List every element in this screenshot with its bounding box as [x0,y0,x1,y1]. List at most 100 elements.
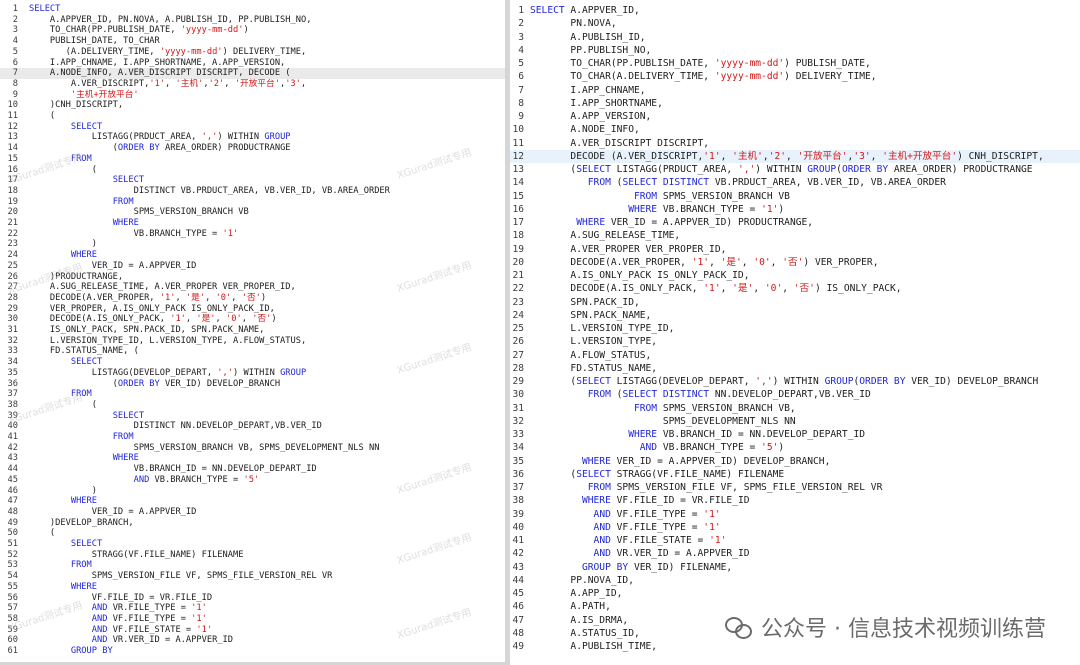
code-line[interactable]: 8 I.APP_SHORTNAME, [510,97,1080,110]
code-line[interactable]: 2 PN.NOVA, [510,17,1080,30]
code-line[interactable]: 9 A.APP_VERSION, [510,110,1080,123]
code-line[interactable]: 37 FROM [0,389,505,400]
code-line[interactable]: 13 (SELECT LISTAGG(PRDUCT_AREA, ',') WIT… [510,163,1080,176]
code-line[interactable]: 15 FROM SPMS_VERSION_BRANCH VB [510,190,1080,203]
code-line[interactable]: 29 (SELECT LISTAGG(DEVELOP_DEPART, ',') … [510,375,1080,388]
code-line[interactable]: 55 WHERE [0,582,505,593]
code-line[interactable]: 19 FROM [0,197,505,208]
code-line[interactable]: 1 SELECT A.APPVER_ID, [510,4,1080,17]
code-line[interactable]: 32 SPMS_DEVELOPMENT_NLS NN [510,415,1080,428]
code-line[interactable]: 18 A.SUG_RELEASE_TIME, [510,229,1080,242]
code-line[interactable]: 20 DECODE(A.VER_PROPER, '1', '是', '0', '… [510,256,1080,269]
code-line[interactable]: 4 PP.PUBLISH_NO, [510,44,1080,57]
code-line[interactable]: 31 FROM SPMS_VERSION_BRANCH VB, [510,402,1080,415]
code-line[interactable]: 25 L.VERSION_TYPE_ID, [510,322,1080,335]
code-line[interactable]: 34 SELECT [0,357,505,368]
code-line[interactable]: 42 AND VR.VER_ID = A.APPVER_ID [510,547,1080,560]
code-line[interactable]: 38 WHERE VF.FILE_ID = VR.FILE_ID [510,494,1080,507]
code-line[interactable]: 5 TO_CHAR(PP.PUBLISH_DATE, 'yyyy-mm-dd')… [510,57,1080,70]
code-line[interactable]: 22 VB.BRANCH_TYPE = '1' [0,229,505,240]
code-line[interactable]: 16 ( [0,165,505,176]
code-line[interactable]: 22 DECODE(A.IS_ONLY_PACK, '1', '是', '0',… [510,282,1080,295]
right-sql-editor[interactable]: 1 SELECT A.APPVER_ID, 2 PN.NOVA, 3 A.PUBLIS… [510,0,1080,665]
code-line[interactable]: 23 SPN.PACK_ID, [510,296,1080,309]
code-line[interactable]: 19 A.VER_PROPER VER_PROPER_ID, [510,243,1080,256]
code-line[interactable]: 61 GROUP BY [0,646,505,657]
code-line[interactable]: 45 A.APP_ID, [510,587,1080,600]
code-line[interactable]: 48 VER_ID = A.APPVER_ID [0,507,505,518]
code-line[interactable]: 47 WHERE [0,496,505,507]
code-line[interactable]: 11 A.VER_DISCRIPT DISCRIPT, [510,137,1080,150]
code-line[interactable]: 29 VER_PROPER, A.IS_ONLY_PACK IS_ONLY_PA… [0,304,505,315]
code-line[interactable]: 36 (SELECT STRAGG(VF.FILE_NAME) FILENAME [510,468,1080,481]
code-line[interactable]: 12 SELECT [0,122,505,133]
code-line[interactable]: 7 I.APP_CHNAME, [510,84,1080,97]
code-line[interactable]: 6 I.APP_CHNAME, I.APP_SHORTNAME, A.APP_V… [0,58,505,69]
code-line[interactable]: 9 '主机+开放平台' [0,90,505,101]
code-line[interactable]: 53 FROM [0,560,505,571]
code-line[interactable]: 36 (ORDER BY VER_ID) DEVELOP_BRANCH [0,379,505,390]
code-line[interactable]: 30 FROM (SELECT DISTINCT NN.DEVELOP_DEPA… [510,388,1080,401]
code-line[interactable]: 34 AND VB.BRANCH_TYPE = '5') [510,441,1080,454]
code-line[interactable]: 54 SPMS_VERSION_FILE VF, SPMS_FILE_VERSI… [0,571,505,582]
code-line[interactable]: 14 FROM (SELECT DISTINCT VB.PRDUCT_AREA,… [510,176,1080,189]
code-line[interactable]: 27 A.FLOW_STATUS, [510,349,1080,362]
code-line[interactable]: 43 WHERE [0,453,505,464]
code-line[interactable]: 33 WHERE VB.BRANCH_ID = NN.DEVELOP_DEPAR… [510,428,1080,441]
code-line[interactable]: 38 ( [0,400,505,411]
code-line[interactable]: 51 SELECT [0,539,505,550]
code-line[interactable]: 5 (A.DELIVERY_TIME, 'yyyy-mm-dd') DELIVE… [0,47,505,58]
code-line[interactable]: 7 A.NODE_INFO, A.VER_DISCRIPT DISCRIPT, … [0,68,505,79]
code-line[interactable]: 4 PUBLISH_DATE, TO_CHAR [0,36,505,47]
code-line[interactable]: 35 WHERE VER_ID = A.APPVER_ID) DEVELOP_B… [510,455,1080,468]
code-line[interactable]: 39 AND VF.FILE_TYPE = '1' [510,508,1080,521]
code-line[interactable]: 26 L.VERSION_TYPE, [510,335,1080,348]
code-line[interactable]: 44 PP.NOVA_ID, [510,574,1080,587]
code-line[interactable]: 41 FROM [0,432,505,443]
code-line[interactable]: 21 WHERE [0,218,505,229]
code-line[interactable]: 28 FD.STATUS_NAME, [510,362,1080,375]
code-line[interactable]: 56 VF.FILE_ID = VR.FILE_ID [0,593,505,604]
code-line[interactable]: 31 IS_ONLY_PACK, SPN.PACK_ID, SPN.PACK_N… [0,325,505,336]
left-sql-editor[interactable]: 1 SELECT 2 A.APPVER_ID, PN.NOVA, A.PUBLISH… [0,0,505,662]
code-line[interactable]: 1 SELECT [0,4,505,15]
code-line[interactable]: 58 AND VF.FILE_TYPE = '1' [0,614,505,625]
code-line[interactable]: 3 TO_CHAR(PP.PUBLISH_DATE, 'yyyy-mm-dd') [0,25,505,36]
code-line[interactable]: 28 DECODE(A.VER_PROPER, '1', '是', '0', '… [0,293,505,304]
code-line[interactable]: 15 FROM [0,154,505,165]
code-line[interactable]: 8 A.VER_DISCRIPT,'1', '主机','2', '开放平台','… [0,79,505,90]
code-line[interactable]: 6 TO_CHAR(A.DELIVERY_TIME, 'yyyy-mm-dd')… [510,70,1080,83]
code-line[interactable]: 17 WHERE VER_ID = A.APPVER_ID) PRODUCTRA… [510,216,1080,229]
code-line[interactable]: 23 ) [0,239,505,250]
code-line[interactable]: 21 A.IS_ONLY_PACK IS_ONLY_PACK_ID, [510,269,1080,282]
code-line[interactable]: 57 AND VR.FILE_TYPE = '1' [0,603,505,614]
code-line[interactable]: 45 AND VB.BRANCH_TYPE = '5' [0,475,505,486]
code-line[interactable]: 37 FROM SPMS_VERSION_FILE VF, SPMS_FILE_… [510,481,1080,494]
code-line[interactable]: 40 AND VF.FILE_TYPE = '1' [510,521,1080,534]
code-line[interactable]: 52 STRAGG(VF.FILE_NAME) FILENAME [0,550,505,561]
code-line[interactable]: 50 ( [0,528,505,539]
code-line[interactable]: 11 ( [0,111,505,122]
code-line[interactable]: 10 A.NODE_INFO, [510,123,1080,136]
code-line[interactable]: 24 WHERE [0,250,505,261]
code-line[interactable]: 44 VB.BRANCH_ID = NN.DEVELOP_DEPART_ID [0,464,505,475]
code-line[interactable]: 39 SELECT [0,411,505,422]
code-line[interactable]: 18 DISTINCT VB.PRDUCT_AREA, VB.VER_ID, V… [0,186,505,197]
code-line[interactable]: 26 )PRODUCTRANGE, [0,272,505,283]
code-line[interactable]: 32 L.VERSION_TYPE_ID, L.VERSION_TYPE, A.… [0,336,505,347]
code-line[interactable]: 27 A.SUG_RELEASE_TIME, A.VER_PROPER VER_… [0,282,505,293]
code-line[interactable]: 49 )DEVELOP_BRANCH, [0,518,505,529]
code-line[interactable]: 33 FD.STATUS_NAME, ( [0,346,505,357]
code-line[interactable]: 20 SPMS_VERSION_BRANCH VB [0,207,505,218]
code-line[interactable]: 40 DISTINCT NN.DEVELOP_DEPART,VB.VER_ID [0,421,505,432]
code-line[interactable]: 41 AND VF.FILE_STATE = '1' [510,534,1080,547]
code-line[interactable]: 35 LISTAGG(DEVELOP_DEPART, ',') WITHIN G… [0,368,505,379]
code-line[interactable]: 24 SPN.PACK_NAME, [510,309,1080,322]
code-line[interactable]: 10 )CNH_DISCRIPT, [0,100,505,111]
code-line[interactable]: 13 LISTAGG(PRDUCT_AREA, ',') WITHIN GROU… [0,132,505,143]
code-line[interactable]: 25 VER_ID = A.APPVER_ID [0,261,505,272]
code-line[interactable]: 3 A.PUBLISH_ID, [510,31,1080,44]
code-line[interactable]: 16 WHERE VB.BRANCH_TYPE = '1') [510,203,1080,216]
code-line[interactable]: 42 SPMS_VERSION_BRANCH VB, SPMS_DEVELOPM… [0,443,505,454]
code-line[interactable]: 46 ) [0,486,505,497]
